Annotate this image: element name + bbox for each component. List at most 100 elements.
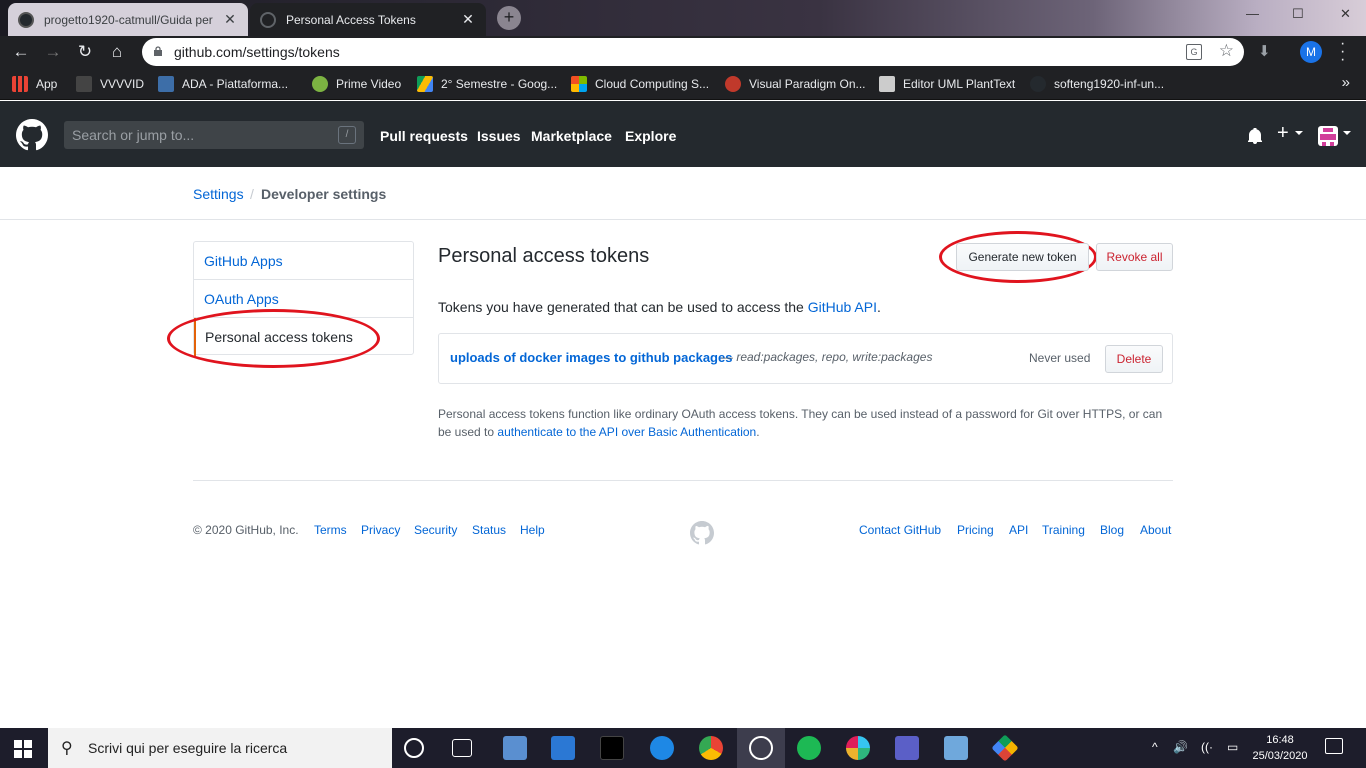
github-logo-icon[interactable] (690, 521, 714, 545)
footer-link-status[interactable]: Status (472, 523, 506, 537)
taskbar-active-app[interactable] (737, 728, 785, 768)
footer-link-training[interactable]: Training (1042, 523, 1085, 537)
footer-link-help[interactable]: Help (520, 523, 545, 537)
windows-taskbar: ⚲ Scrivi qui per eseguire la ricerca ^ 🔊… (0, 728, 1366, 768)
footer-link-pricing[interactable]: Pricing (957, 523, 994, 537)
browser-tab-2[interactable]: Personal Access Tokens ✕ (250, 3, 486, 36)
token-last-used: Never used (1029, 351, 1091, 365)
chevron-up-icon[interactable]: ^ (1152, 740, 1158, 754)
basic-auth-link[interactable]: authenticate to the API over Basic Authe… (497, 425, 756, 439)
planttext-icon (879, 76, 895, 92)
browser-tab-strip: progetto1920-catmull/Guida per ✕ Persona… (0, 0, 1366, 36)
translate-icon[interactable]: G (1186, 44, 1202, 60)
sidebar-item-github-apps[interactable]: GitHub Apps (194, 242, 413, 280)
github-search-input[interactable]: Search or jump to... / (64, 121, 364, 149)
footer-link-api[interactable]: API (1009, 523, 1028, 537)
bookmark-cloud-computing[interactable]: Cloud Computing S... (571, 76, 709, 92)
volume-icon[interactable]: 🔊 (1173, 740, 1188, 754)
system-clock[interactable]: 16:48 25/03/2020 (1251, 732, 1309, 764)
address-bar[interactable]: github.com/settings/tokens G ☆ (142, 38, 1244, 66)
bookmark-label: Visual Paradigm On... (749, 77, 866, 91)
close-icon[interactable]: ✕ (222, 11, 238, 28)
task-view-icon[interactable] (452, 739, 472, 757)
bookmark-ada[interactable]: ADA - Piattaforma... (158, 76, 288, 92)
bookmark-google-drive[interactable]: 2° Semestre - Goog... (417, 76, 557, 92)
delete-token-button[interactable]: Delete (1105, 345, 1163, 373)
token-name-link[interactable]: uploads of docker images to github packa… (450, 350, 732, 365)
gitkraken-icon[interactable] (991, 734, 1019, 762)
wifi-icon[interactable]: ((· (1201, 740, 1213, 754)
bookmark-label: Editor UML PlantText (903, 77, 1016, 91)
clock-time: 16:48 (1266, 734, 1294, 746)
new-tab-button[interactable]: + (497, 6, 521, 30)
bookmark-label: 2° Semestre - Goog... (441, 77, 558, 91)
file-explorer-icon[interactable] (503, 736, 527, 760)
spotify-icon[interactable] (797, 736, 821, 760)
profile-avatar[interactable]: M (1300, 41, 1322, 63)
cortana-icon[interactable] (404, 738, 424, 758)
footer-link-blog[interactable]: Blog (1100, 523, 1124, 537)
bookmark-visual-paradigm[interactable]: Visual Paradigm On... (725, 76, 866, 92)
visual-paradigm-icon (725, 76, 741, 92)
notification-center-icon[interactable] (1325, 738, 1343, 754)
nav-explore[interactable]: Explore (625, 128, 676, 144)
windows-start-icon[interactable] (14, 740, 32, 758)
bell-icon[interactable] (1247, 128, 1263, 144)
minimize-icon[interactable]: — (1246, 6, 1259, 21)
chevron-down-icon (1343, 131, 1351, 135)
maximize-icon[interactable]: ☐ (1292, 6, 1304, 22)
app-icon[interactable] (944, 736, 968, 760)
chrome-icon[interactable] (699, 736, 723, 760)
bookmark-app[interactable]: App (12, 76, 57, 92)
window-close-icon[interactable]: ✕ (1340, 6, 1351, 22)
bookmark-planttext[interactable]: Editor UML PlantText (879, 76, 1015, 92)
slack-icon[interactable] (846, 736, 870, 760)
nav-issues[interactable]: Issues (477, 128, 521, 144)
github-header: Search or jump to... / Pull requests Iss… (0, 101, 1366, 167)
user-avatar[interactable] (1318, 126, 1338, 146)
github-icon (1030, 76, 1046, 92)
revoke-all-button[interactable]: Revoke all (1096, 243, 1173, 271)
footer-link-terms[interactable]: Terms (314, 523, 347, 537)
github-api-link[interactable]: GitHub API (808, 299, 877, 315)
github-logo-icon[interactable] (16, 119, 48, 151)
footer-link-security[interactable]: Security (414, 523, 457, 537)
footer-link-about[interactable]: About (1140, 523, 1171, 537)
nav-pull-requests[interactable]: Pull requests (380, 128, 468, 144)
generate-new-token-button[interactable]: Generate new token (956, 243, 1089, 271)
netflix-icon[interactable] (600, 736, 624, 760)
nav-marketplace[interactable]: Marketplace (531, 128, 612, 144)
battery-icon[interactable]: ▭ (1227, 740, 1238, 754)
search-placeholder: Search or jump to... (72, 127, 195, 143)
download-icon[interactable]: ⬇ (1258, 42, 1271, 60)
footer-link-privacy[interactable]: Privacy (361, 523, 400, 537)
taskbar-search-placeholder: Scrivi qui per eseguire la ricerca (88, 740, 288, 756)
bookmark-prime-video[interactable]: Prime Video (312, 76, 401, 92)
bookmark-label: VVVVID (100, 77, 145, 91)
breadcrumb-settings[interactable]: Settings (193, 186, 244, 202)
mail-icon[interactable] (551, 736, 575, 760)
reload-icon[interactable]: ↻ (73, 40, 97, 64)
browser-tab-1[interactable]: progetto1920-catmull/Guida per ✕ (8, 3, 248, 36)
bookmark-softeng[interactable]: softeng1920-inf-un... (1030, 76, 1164, 92)
footer-link-contact[interactable]: Contact GitHub (859, 523, 941, 537)
teams-icon[interactable] (895, 736, 919, 760)
bookmark-star-icon[interactable]: ☆ (1219, 41, 1234, 61)
edge-icon[interactable] (650, 736, 674, 760)
browser-menu-icon[interactable]: · · · (1340, 36, 1345, 68)
bookmark-label: ADA - Piattaforma... (182, 77, 289, 91)
apps-grid-icon (12, 76, 28, 92)
loading-favicon-icon (260, 11, 276, 28)
taskbar-search-input[interactable]: ⚲ Scrivi qui per eseguire la ricerca (48, 728, 392, 768)
bookmark-vvvvid[interactable]: VVVVID (76, 76, 144, 92)
ada-icon (158, 76, 174, 92)
plus-icon[interactable]: + (1277, 122, 1289, 145)
close-icon[interactable]: ✕ (460, 11, 476, 28)
intro-period: . (876, 299, 881, 315)
more-bookmarks-icon[interactable]: » (1342, 74, 1350, 91)
bookmarks-bar: App VVVVID ADA - Piattaforma... Prime Vi… (0, 68, 1366, 100)
home-icon[interactable]: ⌂ (105, 40, 129, 64)
back-icon[interactable]: ← (9, 40, 33, 64)
tab-title: progetto1920-catmull/Guida per (44, 12, 213, 27)
forward-icon[interactable]: → (41, 40, 65, 64)
